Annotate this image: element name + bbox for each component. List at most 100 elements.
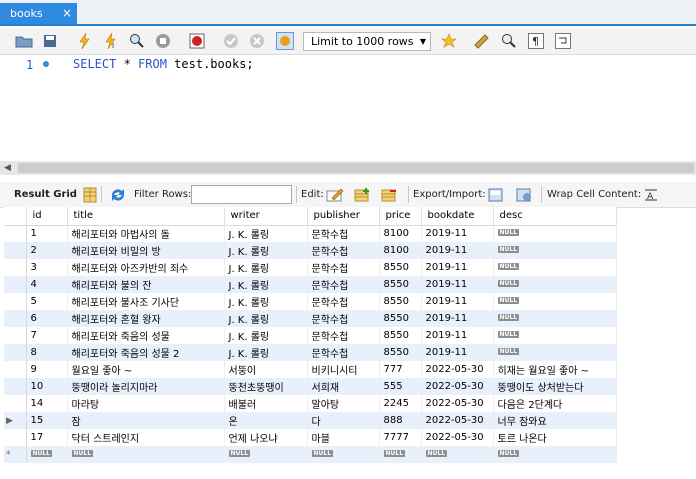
- table-row[interactable]: 10 뚱땡이라 놀리지마라 뚱천초뚱땡이 서희재 555 2022-05-30 뚱땡이도 상…: [4, 378, 617, 395]
- cell-desc[interactable]: NULL: [493, 242, 617, 259]
- cell-writer[interactable]: J. K. 롤링: [224, 225, 308, 242]
- row-marker[interactable]: [4, 361, 27, 378]
- cell-price[interactable]: 8550: [379, 293, 422, 310]
- cell-price[interactable]: 8100: [379, 225, 422, 242]
- cell-title[interactable]: 해리포터와 불의 잔: [67, 276, 225, 293]
- cell-id[interactable]: 4: [26, 276, 68, 293]
- cell-price[interactable]: 555: [379, 378, 422, 395]
- cell-title[interactable]: 해리포터와 아즈카반의 죄수: [67, 259, 225, 276]
- table-row[interactable]: 1 해리포터와 마법사의 돌 J. K. 롤링 문학수첩 8100 2019-11 NULL: [4, 225, 617, 242]
- cell-desc[interactable]: NULL: [493, 293, 617, 310]
- cell-bookdate[interactable]: 2022-05-30: [421, 378, 494, 395]
- table-row[interactable]: 3 해리포터와 아즈카반의 죄수 J. K. 롤링 문학수첩 8550 2019-11 NU…: [4, 259, 617, 276]
- cell-price[interactable]: 8550: [379, 259, 422, 276]
- cell-title[interactable]: 마라탕: [67, 395, 225, 412]
- toggle-error-icon[interactable]: [187, 32, 207, 50]
- cell-bookdate[interactable]: 2019-11: [421, 310, 494, 327]
- row-marker[interactable]: [4, 344, 27, 361]
- cell-title[interactable]: 해리포터와 비밀의 방: [67, 242, 225, 259]
- open-folder-icon[interactable]: [14, 32, 34, 50]
- cell-bookdate[interactable]: 2022-05-30: [421, 429, 494, 446]
- cell-publisher[interactable]: 문학수첩: [307, 225, 380, 242]
- cell-id[interactable]: 3: [26, 259, 68, 276]
- row-marker[interactable]: [4, 378, 27, 395]
- column-header-price[interactable]: price: [379, 207, 422, 226]
- cell-price[interactable]: 8550: [379, 276, 422, 293]
- cell-id[interactable]: 6: [26, 310, 68, 327]
- cell-publisher[interactable]: 문학수첩: [307, 327, 380, 344]
- cell-publisher[interactable]: 다: [307, 412, 380, 429]
- cell-bookdate[interactable]: 2019-11: [421, 327, 494, 344]
- cell-writer[interactable]: J. K. 롤링: [224, 310, 308, 327]
- cell-id[interactable]: NULL: [26, 446, 68, 463]
- cell-bookdate[interactable]: 2019-11: [421, 242, 494, 259]
- cell-publisher[interactable]: 마블: [307, 429, 380, 446]
- table-row[interactable]: 9 월요일 좋아 ~ 서뚱이 비키니시티 777 2022-05-30 히재는 월요일 좋아…: [4, 361, 617, 378]
- cell-title[interactable]: 해리포터와 죽음의 성물: [67, 327, 225, 344]
- stop-icon[interactable]: [153, 32, 173, 50]
- cell-title[interactable]: 잠: [67, 412, 225, 429]
- tab-books[interactable]: books ×: [0, 3, 77, 24]
- result-grid-label[interactable]: Result Grid: [14, 189, 77, 200]
- cell-price[interactable]: 888: [379, 412, 422, 429]
- insert-row-icon[interactable]: [353, 186, 373, 204]
- cell-id[interactable]: 1: [26, 225, 68, 242]
- cell-writer[interactable]: 서뚱이: [224, 361, 308, 378]
- column-header-desc[interactable]: desc: [493, 207, 617, 226]
- cell-writer[interactable]: J. K. 롤링: [224, 293, 308, 310]
- edit-row-icon[interactable]: [325, 186, 345, 204]
- row-marker[interactable]: [4, 395, 27, 412]
- cell-writer[interactable]: J. K. 롤링: [224, 242, 308, 259]
- cell-title[interactable]: 해리포터와 혼혈 왕자: [67, 310, 225, 327]
- execute-lightning-icon[interactable]: [75, 32, 95, 50]
- cell-price[interactable]: NULL: [379, 446, 422, 463]
- import-icon[interactable]: [515, 186, 535, 204]
- wrap-lines-icon[interactable]: [553, 32, 573, 50]
- table-row[interactable]: 2 해리포터와 비밀의 방 J. K. 롤링 문학수첩 8100 2019-11 NULL: [4, 242, 617, 259]
- find-magnifier-icon[interactable]: [499, 32, 519, 50]
- row-marker[interactable]: [4, 259, 27, 276]
- table-row[interactable]: ▶ 15 잠 온 다 888 2022-05-30 너무 잠와요: [4, 412, 617, 429]
- cell-publisher[interactable]: NULL: [307, 446, 380, 463]
- wrap-cell-icon[interactable]: A: [641, 186, 661, 204]
- cell-price[interactable]: 7777: [379, 429, 422, 446]
- tab-close-icon[interactable]: ×: [62, 3, 72, 24]
- cell-desc[interactable]: NULL: [493, 276, 617, 293]
- cell-title[interactable]: 해리포터와 죽음의 성물 2: [67, 344, 225, 361]
- row-marker[interactable]: [4, 242, 27, 259]
- explain-magnifier-icon[interactable]: [127, 32, 147, 50]
- cell-publisher[interactable]: 문학수첩: [307, 242, 380, 259]
- column-header-title[interactable]: title: [67, 207, 225, 226]
- new-row[interactable]: * NULL NULL NULL NULL NULL NULL NULL: [4, 446, 617, 463]
- column-header-publisher[interactable]: publisher: [307, 207, 380, 226]
- add-snippet-star-icon[interactable]: [440, 32, 460, 50]
- cell-id[interactable]: 14: [26, 395, 68, 412]
- cell-price[interactable]: 2245: [379, 395, 422, 412]
- cell-publisher[interactable]: 문학수첩: [307, 344, 380, 361]
- cell-bookdate[interactable]: 2019-11: [421, 259, 494, 276]
- cell-price[interactable]: 8550: [379, 327, 422, 344]
- grid-view-icon[interactable]: [80, 186, 100, 204]
- table-row[interactable]: 14 마라탕 배불러 말아탕 2245 2022-05-30 다음은 2단계다: [4, 395, 617, 412]
- cell-id[interactable]: 2: [26, 242, 68, 259]
- cell-desc[interactable]: 다음은 2단계다: [493, 395, 617, 412]
- save-icon[interactable]: [40, 32, 60, 50]
- table-row[interactable]: 4 해리포터와 불의 잔 J. K. 롤링 문학수첩 8550 2019-11 NULL: [4, 276, 617, 293]
- column-header-writer[interactable]: writer: [224, 207, 308, 226]
- execute-current-icon[interactable]: I: [101, 32, 121, 50]
- cell-writer[interactable]: NULL: [224, 446, 308, 463]
- scrollbar-thumb[interactable]: [18, 163, 694, 173]
- delete-row-icon[interactable]: [380, 186, 400, 204]
- row-marker[interactable]: [4, 293, 27, 310]
- table-row[interactable]: 6 해리포터와 혼혈 왕자 J. K. 롤링 문학수첩 8550 2019-11 NULL: [4, 310, 617, 327]
- beautify-brush-icon[interactable]: [472, 32, 492, 50]
- cell-desc[interactable]: NULL: [493, 327, 617, 344]
- cell-bookdate[interactable]: 2022-05-30: [421, 395, 494, 412]
- cell-id[interactable]: 17: [26, 429, 68, 446]
- table-row[interactable]: 17 닥터 스트레인지 언제 나오냐 마블 7777 2022-05-30 토르 나온다: [4, 429, 617, 446]
- cell-writer[interactable]: 뚱천초뚱땡이: [224, 378, 308, 395]
- cell-desc[interactable]: NULL: [493, 344, 617, 361]
- cell-desc[interactable]: 히재는 월요일 좋아 ~: [493, 361, 617, 378]
- refresh-icon[interactable]: [108, 186, 128, 204]
- autocommit-icon[interactable]: [275, 32, 295, 50]
